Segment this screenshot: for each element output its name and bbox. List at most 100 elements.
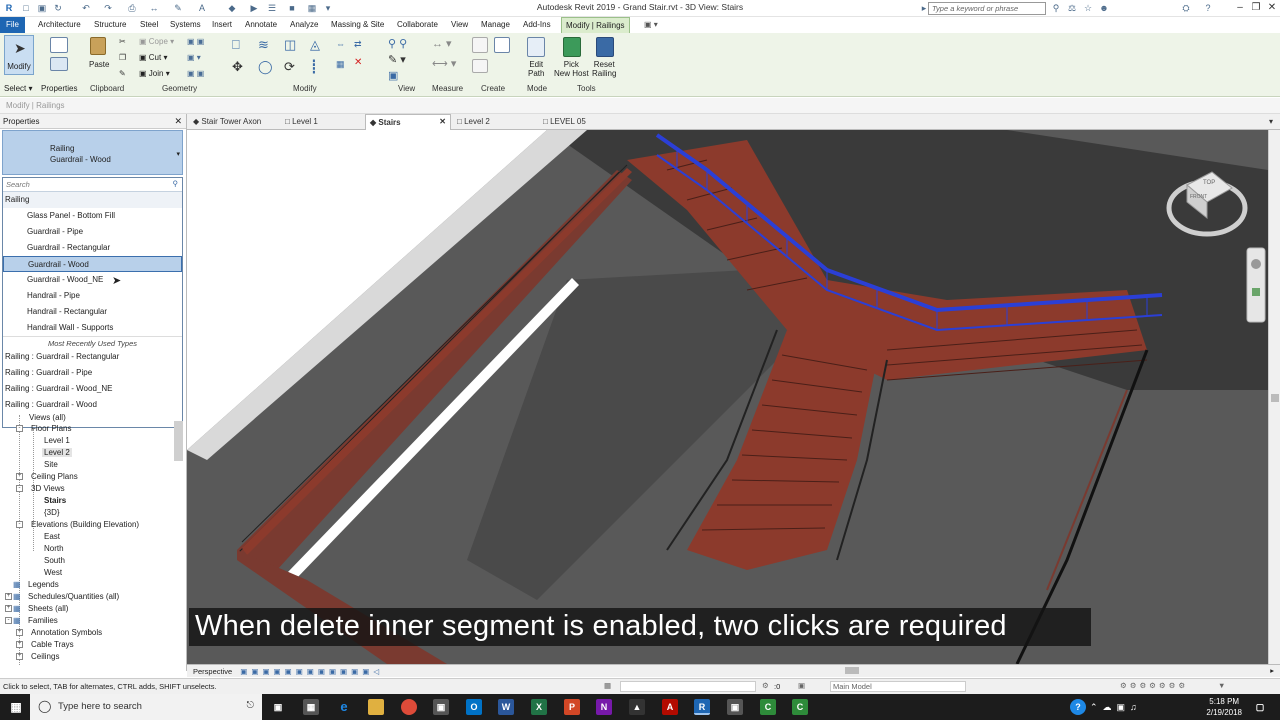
- tab-modify-railings[interactable]: Modify | Railings: [561, 17, 630, 33]
- file-explorer-icon[interactable]: [368, 699, 384, 715]
- revit-taskbar-icon[interactable]: R: [694, 699, 710, 715]
- outlook-icon[interactable]: O: [466, 699, 482, 715]
- properties-button[interactable]: [46, 35, 72, 77]
- tab-manage[interactable]: Manage: [479, 19, 512, 30]
- copy-small-icon[interactable]: ⇄: [354, 39, 362, 50]
- workset-dropdown[interactable]: [620, 681, 756, 692]
- geometry-tool-1-icon[interactable]: ▣ ▣: [187, 37, 204, 46]
- windows-start-icon[interactable]: ▦: [8, 699, 24, 715]
- type-item[interactable]: Handrail - Rectangular: [3, 304, 182, 320]
- type-item[interactable]: Guardrail - Rectangular: [3, 240, 182, 256]
- browser-scrollbar[interactable]: [174, 421, 183, 461]
- create-parts-icon[interactable]: [472, 37, 488, 53]
- app-icon[interactable]: ▣: [727, 699, 743, 715]
- notifications-icon[interactable]: ▢: [1252, 699, 1268, 715]
- tab-level-2[interactable]: □ Level 2: [453, 114, 537, 130]
- hide-icon[interactable]: ▣: [388, 69, 398, 82]
- tree-cable-trays[interactable]: Cable Trays: [31, 640, 74, 649]
- geometry-tool-3-icon[interactable]: ▣ ▣: [187, 69, 204, 78]
- 3d-viewport[interactable]: TOP FRONT: [187, 130, 1268, 664]
- tree-level-2[interactable]: Level 2: [42, 448, 72, 457]
- favorites-icon[interactable]: ☆: [1082, 2, 1094, 14]
- tree-3d[interactable]: {3D}: [44, 508, 60, 517]
- steering-wheel-icon[interactable]: [1251, 259, 1261, 269]
- edge-icon[interactable]: e: [336, 699, 352, 715]
- scroll-thumb[interactable]: [1271, 394, 1279, 402]
- match-properties-icon[interactable]: ✎: [119, 69, 126, 78]
- task-view-icon[interactable]: ▣: [270, 699, 286, 715]
- type-item[interactable]: Handrail Wall - Supports: [3, 320, 182, 336]
- collapse-icon[interactable]: -: [5, 617, 12, 624]
- tab-stair-tower-axon[interactable]: ◆ Stair Tower Axon: [189, 114, 279, 130]
- delete-icon[interactable]: ✕: [354, 57, 362, 68]
- reset-railing-button[interactable]: Reset Railing: [592, 60, 616, 78]
- cope-button[interactable]: ▣ Cope ▾: [139, 37, 174, 46]
- filter-icon[interactable]: ▼: [1218, 681, 1225, 690]
- geometry-tool-2-icon[interactable]: ▣ ▾: [187, 53, 201, 62]
- tree-level-1[interactable]: Level 1: [44, 436, 70, 445]
- system-tray-icons[interactable]: ⌃☁▣♫: [1090, 699, 1180, 715]
- dimension-icon[interactable]: ⟷ ▾: [432, 57, 456, 70]
- tree-annotation-symbols[interactable]: Annotation Symbols: [31, 628, 102, 637]
- tab-massing-site[interactable]: Massing & Site: [329, 19, 386, 30]
- tree-site[interactable]: Site: [44, 460, 58, 469]
- viewport-scrollbar[interactable]: [1268, 130, 1280, 664]
- acrobat-icon[interactable]: A: [662, 699, 678, 715]
- modify-button[interactable]: ➤ Modify: [4, 35, 34, 75]
- paste-icon[interactable]: [90, 37, 106, 55]
- expand-icon[interactable]: +: [16, 641, 23, 648]
- horizontal-scroll-thumb[interactable]: [845, 667, 859, 674]
- type-search-input[interactable]: Search ⚲: [3, 178, 182, 192]
- select-dropdown[interactable]: Select ▾: [4, 84, 32, 93]
- view-mode-label[interactable]: Perspective: [193, 667, 232, 676]
- autocad-icon[interactable]: ▲: [629, 699, 645, 715]
- help-search-input[interactable]: Type a keyword or phrase: [928, 2, 1046, 15]
- tab-add-ins[interactable]: Add-Ins: [521, 19, 553, 30]
- align-icon[interactable]: ⎕: [232, 37, 240, 53]
- edit-path-button[interactable]: Edit Path: [528, 60, 544, 78]
- tree-schedules[interactable]: Schedules/Quantities (all): [28, 592, 119, 601]
- join-button[interactable]: ▣ Join ▾: [139, 69, 170, 78]
- cut-icon[interactable]: ✂: [119, 37, 126, 46]
- search-icon[interactable]: ⚲: [1050, 2, 1062, 14]
- clock[interactable]: 5:18 PM 2/19/2018: [1206, 696, 1242, 718]
- close-icon[interactable]: ✕: [1262, 0, 1280, 16]
- microphone-icon[interactable]: ⎋: [246, 700, 254, 711]
- tree-families[interactable]: Families: [28, 616, 58, 625]
- onenote-icon[interactable]: N: [596, 699, 612, 715]
- help-icon[interactable]: ?: [1202, 2, 1214, 14]
- design-option-dropdown[interactable]: Main Model: [830, 681, 966, 692]
- visibility-icon[interactable]: ⚲ ⚲: [388, 37, 407, 50]
- tab-structure[interactable]: Structure: [92, 19, 128, 30]
- create-group-icon[interactable]: [494, 37, 510, 53]
- tab-annotate[interactable]: Annotate: [243, 19, 279, 30]
- collapse-icon[interactable]: -: [16, 521, 23, 528]
- tree-3d-views[interactable]: 3D Views: [31, 484, 65, 493]
- worksets-icon[interactable]: ▦: [604, 681, 611, 690]
- pick-new-host-button[interactable]: Pick New Host: [554, 60, 589, 78]
- reset-railing-icon[interactable]: [596, 37, 614, 57]
- editing-requests-icon[interactable]: ⚙: [762, 681, 769, 690]
- tree-floor-plans[interactable]: Floor Plans: [31, 424, 71, 433]
- camtasia-icon[interactable]: C: [760, 699, 776, 715]
- cut-geometry-button[interactable]: ▣ Cut ▾: [139, 53, 167, 62]
- tree-ceiling-plans[interactable]: Ceiling Plans: [31, 472, 78, 481]
- copy-tool-icon[interactable]: ◯: [258, 59, 273, 75]
- subscription-icon[interactable]: ⚖: [1066, 2, 1078, 14]
- tree-south[interactable]: South: [44, 556, 65, 565]
- measure-tool-icon[interactable]: ↔ ▾: [432, 37, 452, 50]
- design-options-icon[interactable]: ▣: [798, 681, 805, 690]
- tab-view[interactable]: View: [449, 19, 470, 30]
- view-control-icons[interactable]: ▣▣▣▣▣▣▣▣▣▣▣▣◁: [240, 667, 383, 676]
- override-graphics-icon[interactable]: ✎ ▾: [388, 53, 406, 66]
- zoom-icon[interactable]: [1252, 288, 1260, 296]
- type-item[interactable]: Guardrail - Wood_NE: [3, 272, 182, 288]
- tree-east[interactable]: East: [44, 532, 60, 541]
- recent-type-item[interactable]: Railing : Guardrail - Pipe: [3, 365, 182, 381]
- type-item[interactable]: Glass Panel - Bottom Fill: [3, 208, 182, 224]
- type-item[interactable]: Handrail - Pipe: [3, 288, 182, 304]
- chrome-icon[interactable]: [401, 699, 417, 715]
- ribbon-options-icon[interactable]: ▣ ▾: [642, 19, 660, 30]
- tab-overflow-icon[interactable]: ▾: [1265, 114, 1277, 130]
- word-icon[interactable]: W: [498, 699, 514, 715]
